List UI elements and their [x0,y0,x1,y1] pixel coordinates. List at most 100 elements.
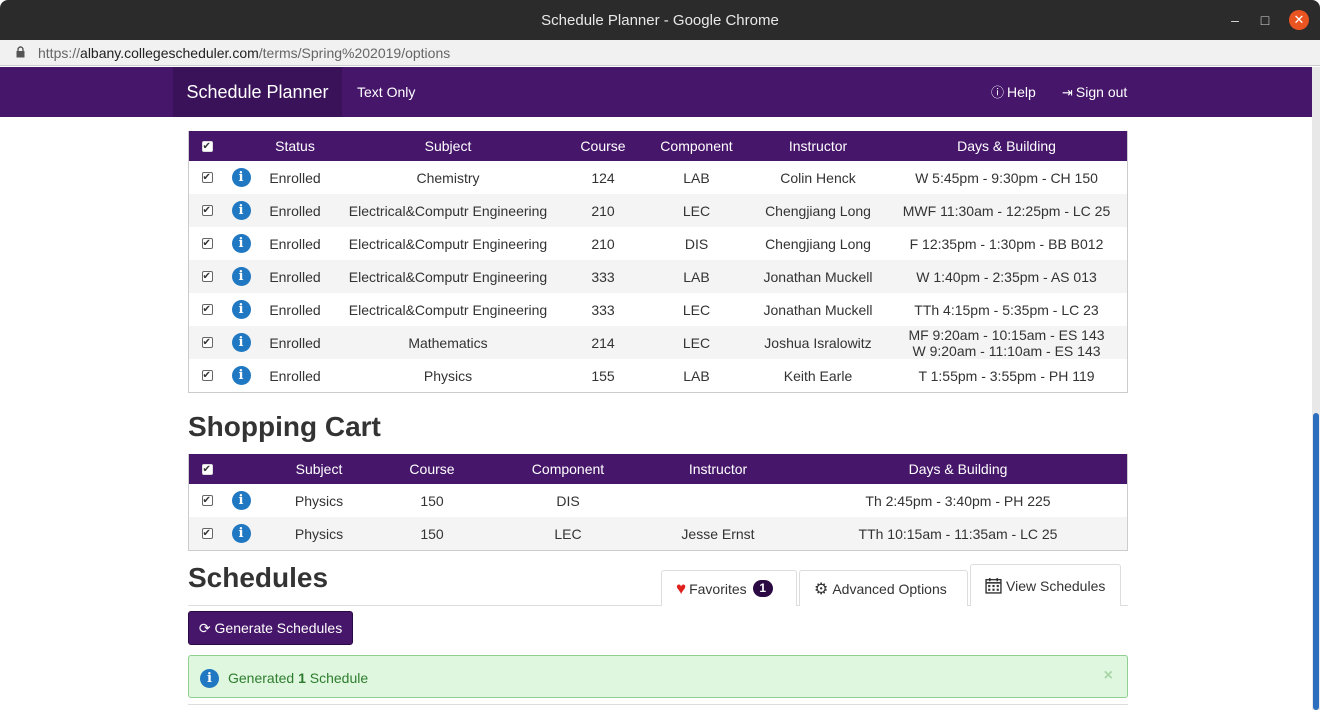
sign-out-link[interactable]: ⇥ Sign out [1062,67,1127,117]
info-button[interactable]: i [225,326,257,359]
enrolled-courses-table: Status Subject Course Component Instruct… [188,131,1128,393]
tab-view-schedules[interactable]: View Schedules [970,564,1121,606]
cell-instructor: Jesse Ernst [681,525,755,542]
row-checkbox[interactable] [189,161,225,194]
cell-instructor: Chengjiang Long [765,235,871,252]
info-button[interactable]: i [225,484,257,517]
heart-icon: ♥ [676,578,687,598]
schedules-heading: Schedules [188,562,329,593]
close-alert-icon[interactable]: × [1104,667,1113,685]
cell-component: LAB [683,367,710,384]
cell-status: Enrolled [269,169,321,186]
success-alert: i Generated 1 Schedule × [188,655,1128,698]
table-row: i Enrolled Physics 155 LAB Keith Earle T 1:55p… [189,359,1127,392]
cell-component: DIS [684,235,709,252]
cell-course: 150 [420,492,444,509]
close-icon[interactable]: ✕ [1289,10,1309,30]
row-checkbox[interactable] [189,359,225,392]
address-bar[interactable]: https://albany.collegescheduler.com/term… [0,40,1320,66]
cell-subject: Chemistry [416,169,480,186]
info-button[interactable]: i [225,194,257,227]
header-subject[interactable]: Subject [269,454,369,484]
table-row: i Enrolled Electrical&Computr Engineering 3… [189,260,1127,293]
info-icon: i [231,366,251,385]
cell-days-building: Th 2:45pm - 3:40pm - PH 225 [865,492,1051,509]
meeting-time: T 1:55pm - 3:55pm - PH 119 [918,367,1095,384]
shopping-cart-heading: Shopping Cart [188,411,381,442]
select-all-checkbox[interactable] [189,131,225,161]
table-row: i Enrolled Electrical&Computr Engineering 2… [189,194,1127,227]
info-icon: i [231,168,251,187]
select-all-checkbox[interactable] [189,454,225,484]
cell-subject: Physics [294,492,344,509]
meeting-time: W 5:45pm - 9:30pm - CH 150 [915,169,1098,186]
header-status[interactable]: Status [257,131,333,161]
generate-schedules-button[interactable]: ⟳ Generate Schedules [188,611,353,645]
cell-status: Enrolled [269,334,321,351]
cell-days-building: TTh 10:15am - 11:35am - LC 25 [858,525,1058,542]
header-course[interactable]: Course [563,131,643,161]
info-button[interactable]: i [225,161,257,194]
info-button[interactable]: i [225,227,257,260]
tab-advanced-options[interactable]: ⚙ Advanced Options [799,570,968,606]
header-subject[interactable]: Subject [333,131,563,161]
cell-instructor [637,484,799,517]
brand-link[interactable]: Schedule Planner [173,67,342,117]
minimize-icon[interactable]: ‒ [1226,11,1244,29]
row-checkbox[interactable] [189,194,225,227]
refresh-icon: ⟳ [198,619,211,636]
cell-course: 150 [420,525,444,542]
header-days-building[interactable]: Days & Building [799,454,1117,484]
tab-favorites[interactable]: ♥ Favorites 1 [661,570,797,606]
row-checkbox[interactable] [189,517,225,550]
cell-component: LEC [682,334,711,351]
window-title: Schedule Planner - Google Chrome [541,12,779,29]
info-button[interactable]: i [225,293,257,326]
table-row: i Enrolled Electrical&Computr Engineering 2… [189,227,1127,260]
meeting-time: W 9:20am - 11:10am - ES 143 [912,342,1101,359]
cell-subject: Mathematics [408,334,488,351]
text-only-link[interactable]: Text Only [357,67,415,117]
meeting-time: MWF 11:30am - 12:25pm - LC 25 [902,202,1111,219]
scrollbar-thumb[interactable] [1313,413,1319,710]
browser-titlebar: Schedule Planner - Google Chrome ‒ □ ✕ [0,0,1320,40]
help-link[interactable]: ⓘ Help [991,67,1036,117]
header-component[interactable]: Component [509,454,627,484]
cell-status: Enrolled [269,268,321,285]
meeting-time: TTh 4:15pm - 5:35pm - LC 23 [914,301,1099,318]
table-row: i Enrolled Chemistry 124 LAB Colin Henck W 5:4… [189,161,1127,194]
maximize-icon[interactable]: □ [1256,11,1274,29]
cell-course: 333 [591,301,615,318]
sign-out-icon: ⇥ [1062,85,1073,100]
cell-status: Enrolled [269,301,321,318]
row-checkbox[interactable] [189,326,225,359]
header-instructor[interactable]: Instructor [750,131,886,161]
info-button[interactable]: i [225,260,257,293]
cell-days-building: T 1:55pm - 3:55pm - PH 119 [886,359,1127,392]
table-row: i Enrolled Electrical&Computr Engineering 3… [189,293,1127,326]
header-component[interactable]: Component [643,131,750,161]
header-course[interactable]: Course [379,454,485,484]
cell-instructor: Keith Earle [783,367,853,384]
info-button[interactable]: i [225,517,257,550]
row-checkbox[interactable] [189,484,225,517]
lock-icon [16,46,25,58]
row-checkbox[interactable] [189,293,225,326]
cell-days-building: TTh 4:15pm - 5:35pm - LC 23 [886,293,1127,326]
header-days-building[interactable]: Days & Building [886,131,1127,161]
meeting-time: MF 9:20am - 10:15am - ES 143 [908,326,1105,343]
url-text[interactable]: https://albany.collegescheduler.com/term… [38,45,450,61]
cell-subject: Physics [294,525,344,542]
cell-subject: Electrical&Computr Engineering [348,235,548,252]
meeting-time: F 12:35pm - 1:30pm - BB B012 [909,235,1104,252]
cell-days-building: MWF 11:30am - 12:25pm - LC 25 [886,194,1127,227]
calendar-icon [985,578,1002,594]
favorites-count-badge: 1 [752,580,773,597]
info-button[interactable]: i [225,359,257,392]
cell-subject: Electrical&Computr Engineering [348,301,548,318]
row-checkbox[interactable] [189,227,225,260]
cell-subject: Electrical&Computr Engineering [348,202,548,219]
header-instructor[interactable]: Instructor [637,454,799,484]
shopping-cart-table: Subject Course Component Instructor Days… [188,454,1128,551]
row-checkbox[interactable] [189,260,225,293]
